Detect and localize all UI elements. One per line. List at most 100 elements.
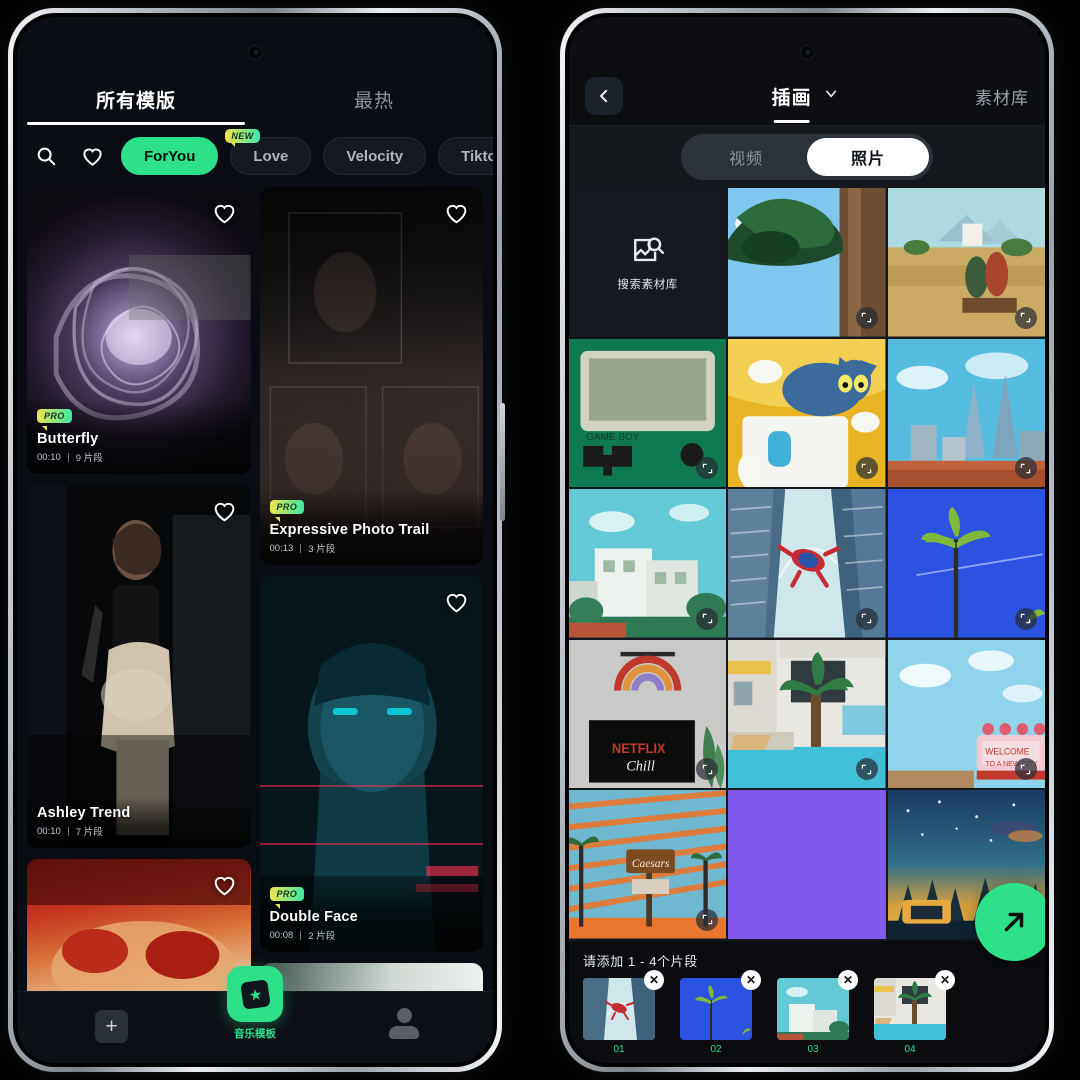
svg-text:Caesars: Caesars	[632, 857, 670, 870]
template-meta: PRO Expressive Photo Trail 00:13 3 片段	[259, 489, 483, 565]
expand-icon[interactable]	[1014, 306, 1037, 329]
person-icon[interactable]	[387, 1008, 421, 1042]
media-tile[interactable]	[887, 338, 1045, 487]
left-phone-frame: 所有模版 最热 ForYou NEW Love Velocity Tikto P…	[8, 8, 505, 1072]
media-tile[interactable]: GAME BOY	[569, 338, 727, 487]
template-name: Butterfly	[37, 431, 99, 447]
category-underline	[773, 119, 810, 123]
media-tile[interactable]	[887, 489, 1045, 638]
template-duration: 00:08	[269, 929, 294, 941]
chip-velocity[interactable]: Velocity	[323, 137, 427, 175]
expand-icon[interactable]	[855, 306, 878, 329]
chip-label: ForYou	[144, 147, 196, 165]
heart-icon[interactable]	[75, 139, 109, 173]
chip-label: Love	[253, 147, 289, 165]
new-badge: NEW	[225, 129, 260, 147]
template-card[interactable]: PRO Butterfly 00:10 9 片段	[27, 187, 251, 474]
template-name: Expressive Photo Trail	[269, 522, 430, 538]
tray-item-number: 03	[807, 1044, 819, 1055]
media-tile[interactable]: Caesars	[569, 790, 727, 939]
expand-icon[interactable]	[1014, 607, 1037, 630]
expand-icon[interactable]	[696, 607, 719, 630]
favorite-icon[interactable]	[212, 499, 237, 529]
tray-item-number: 01	[613, 1044, 625, 1055]
template-meta: PRO Double Face 00:08 2 片段	[259, 876, 483, 952]
template-meta: PRO Butterfly 00:10 9 片段	[27, 398, 251, 474]
template-subtitle: 00:10 7 片段	[37, 824, 241, 839]
template-duration: 00:10	[37, 825, 61, 837]
expand-icon[interactable]	[855, 457, 878, 479]
close-icon[interactable]: ✕	[741, 970, 761, 990]
template-name: Double Face	[269, 909, 358, 925]
expand-icon[interactable]	[1014, 758, 1037, 780]
template-card[interactable]: PRO Expressive Photo Trail 00:13 3 片段	[259, 187, 483, 565]
expand-icon[interactable]	[1014, 457, 1037, 479]
favorite-icon[interactable]	[212, 201, 237, 231]
template-clips: 3 片段	[308, 544, 336, 555]
tab-all-templates[interactable]: 所有模版	[17, 86, 255, 113]
category-selector[interactable]: 插画	[772, 83, 840, 123]
selection-tray: 请添加 1 - 4个片段 ✕ 01 ✕ 02 ✕ 03 ✕ 04	[569, 883, 1045, 1063]
template-feed[interactable]: PRO Butterfly 00:10 9 片段 Ashley Trend 00…	[17, 187, 493, 991]
search-icon[interactable]	[29, 139, 63, 173]
template-subtitle: 00:08 2 片段	[269, 928, 474, 943]
media-tile[interactable]	[728, 489, 886, 638]
music-template-icon: ★	[227, 966, 283, 1022]
tray-item[interactable]: ✕ 01	[583, 970, 664, 1055]
media-tile[interactable]	[887, 188, 1045, 337]
tray-item[interactable]: ✕ 02	[680, 970, 761, 1055]
svg-text:GAME BOY: GAME BOY	[586, 431, 640, 442]
close-icon[interactable]: ✕	[935, 970, 955, 990]
chip-love[interactable]: NEW Love	[225, 129, 312, 175]
media-grid[interactable]: 搜索素材库 GAME BOY NETFLIX Chill WELCOME TO …	[569, 188, 1045, 941]
close-icon[interactable]: ✕	[838, 970, 858, 990]
next-fab[interactable]	[975, 883, 1045, 961]
chip-label: Tiktok	[461, 147, 493, 165]
media-tile[interactable]	[728, 188, 886, 337]
tray-item[interactable]: ✕ 03	[777, 970, 858, 1055]
template-meta: Ashley Trend 00:10 7 片段	[27, 797, 251, 848]
tab-hottest[interactable]: 最热	[255, 86, 493, 113]
media-tile[interactable]	[569, 489, 727, 638]
chip-tiktok[interactable]: Tiktok	[438, 137, 493, 175]
close-icon[interactable]: ✕	[644, 970, 664, 990]
template-card[interactable]	[259, 963, 483, 991]
media-tile[interactable]	[728, 639, 886, 788]
favorite-icon[interactable]	[444, 201, 469, 231]
tray-item[interactable]: ✕ 04	[874, 970, 955, 1055]
screenshot-root: 所有模版 最热 ForYou NEW Love Velocity Tikto P…	[0, 0, 1080, 1080]
chip-foryou[interactable]: ForYou	[121, 137, 219, 175]
expand-icon[interactable]	[855, 758, 878, 780]
template-card[interactable]	[27, 859, 251, 991]
filter-chip-row: ForYou NEW Love Velocity Tiktok	[17, 125, 493, 187]
svg-text:WELCOME: WELCOME	[985, 746, 1029, 756]
nav-music-template[interactable]: ★ 音乐模板	[227, 966, 283, 1041]
media-tile[interactable]: NETFLIX Chill	[569, 639, 727, 788]
media-tile[interactable]	[728, 338, 886, 487]
expand-icon[interactable]	[696, 908, 719, 931]
add-button[interactable]: +	[95, 1010, 128, 1043]
tray-item-list: ✕ 01 ✕ 02 ✕ 03 ✕ 04	[583, 970, 1031, 1055]
tray-item-number: 02	[710, 1044, 722, 1055]
tray-thumbnail	[680, 978, 752, 1040]
media-tile[interactable]: WELCOME TO A NEW CITY	[887, 639, 1045, 788]
segment-photo[interactable]: 照片	[807, 138, 929, 176]
segment-video[interactable]: 视频	[685, 138, 807, 176]
favorite-icon[interactable]	[444, 590, 469, 620]
search-library-cell[interactable]: 搜索素材库	[569, 188, 727, 337]
template-clips: 9 片段	[75, 453, 103, 464]
expand-icon[interactable]	[855, 607, 878, 630]
pro-badge: PRO	[269, 887, 305, 901]
chevron-down-icon[interactable]	[823, 85, 840, 107]
media-tile[interactable]	[728, 790, 886, 939]
favorite-icon[interactable]	[212, 873, 237, 903]
template-card[interactable]: Ashley Trend 00:10 7 片段	[27, 485, 251, 848]
template-thumbnail	[259, 963, 483, 991]
tab-material-library[interactable]: 素材库	[975, 84, 1029, 109]
template-thumbnail	[27, 485, 251, 848]
chevron-left-icon[interactable]	[585, 77, 623, 115]
template-card[interactable]: PRO Double Face 00:08 2 片段	[259, 576, 483, 952]
left-phone-side-button[interactable]	[500, 403, 505, 521]
tray-thumbnail	[777, 978, 849, 1040]
front-camera	[247, 45, 263, 60]
